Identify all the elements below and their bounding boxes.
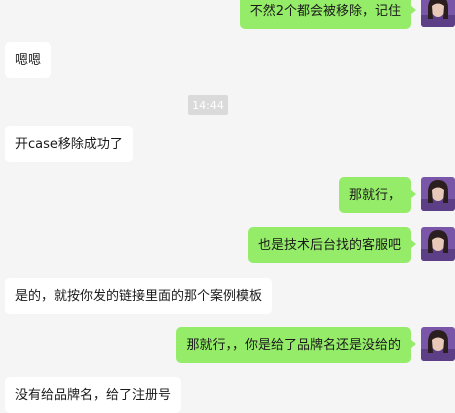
user-avatar[interactable] (421, 227, 455, 261)
incoming-message[interactable]: 没有给品牌名，给了注册号 (5, 377, 182, 413)
message-text: 没有给品牌名，给了注册号 (15, 387, 172, 403)
outgoing-message[interactable]: 那就行， (338, 177, 417, 213)
incoming-message[interactable]: 开case移除成功了 (5, 126, 133, 162)
user-avatar[interactable] (421, 177, 455, 211)
message-text: 嗯嗯 (15, 52, 42, 68)
outgoing-message[interactable]: 不然2个都会被移除，记住 (239, 0, 417, 29)
chat-window: 不然2个都会被移除，记住 嗯嗯 14:44 开case移除成功了 那就行， 也是… (0, 0, 455, 413)
avatar-image-icon (421, 0, 455, 27)
user-avatar[interactable] (421, 327, 455, 361)
outgoing-message[interactable]: 也是技术后台找的客服吧 (247, 227, 417, 263)
message-text: 是的，就按你发的链接里面的那个案例模板 (15, 288, 263, 304)
incoming-message[interactable]: 嗯嗯 (5, 42, 52, 78)
timestamp-badge: 14:44 (188, 95, 228, 115)
avatar-image-icon (421, 327, 455, 361)
message-text: 也是技术后台找的客服吧 (257, 237, 401, 253)
message-text: 那就行， (348, 187, 401, 203)
incoming-message[interactable]: 是的，就按你发的链接里面的那个案例模板 (5, 278, 273, 314)
avatar-image-icon (421, 177, 455, 211)
message-text: 不然2个都会被移除，记住 (249, 3, 401, 19)
outgoing-message[interactable]: 那就行，，你是给了品牌名还是没给的 (176, 327, 416, 363)
avatar-image-icon (421, 227, 455, 261)
message-text: 那就行，，你是给了品牌名还是没给的 (186, 337, 401, 353)
message-text: 开case移除成功了 (15, 136, 123, 152)
user-avatar[interactable] (421, 0, 455, 27)
